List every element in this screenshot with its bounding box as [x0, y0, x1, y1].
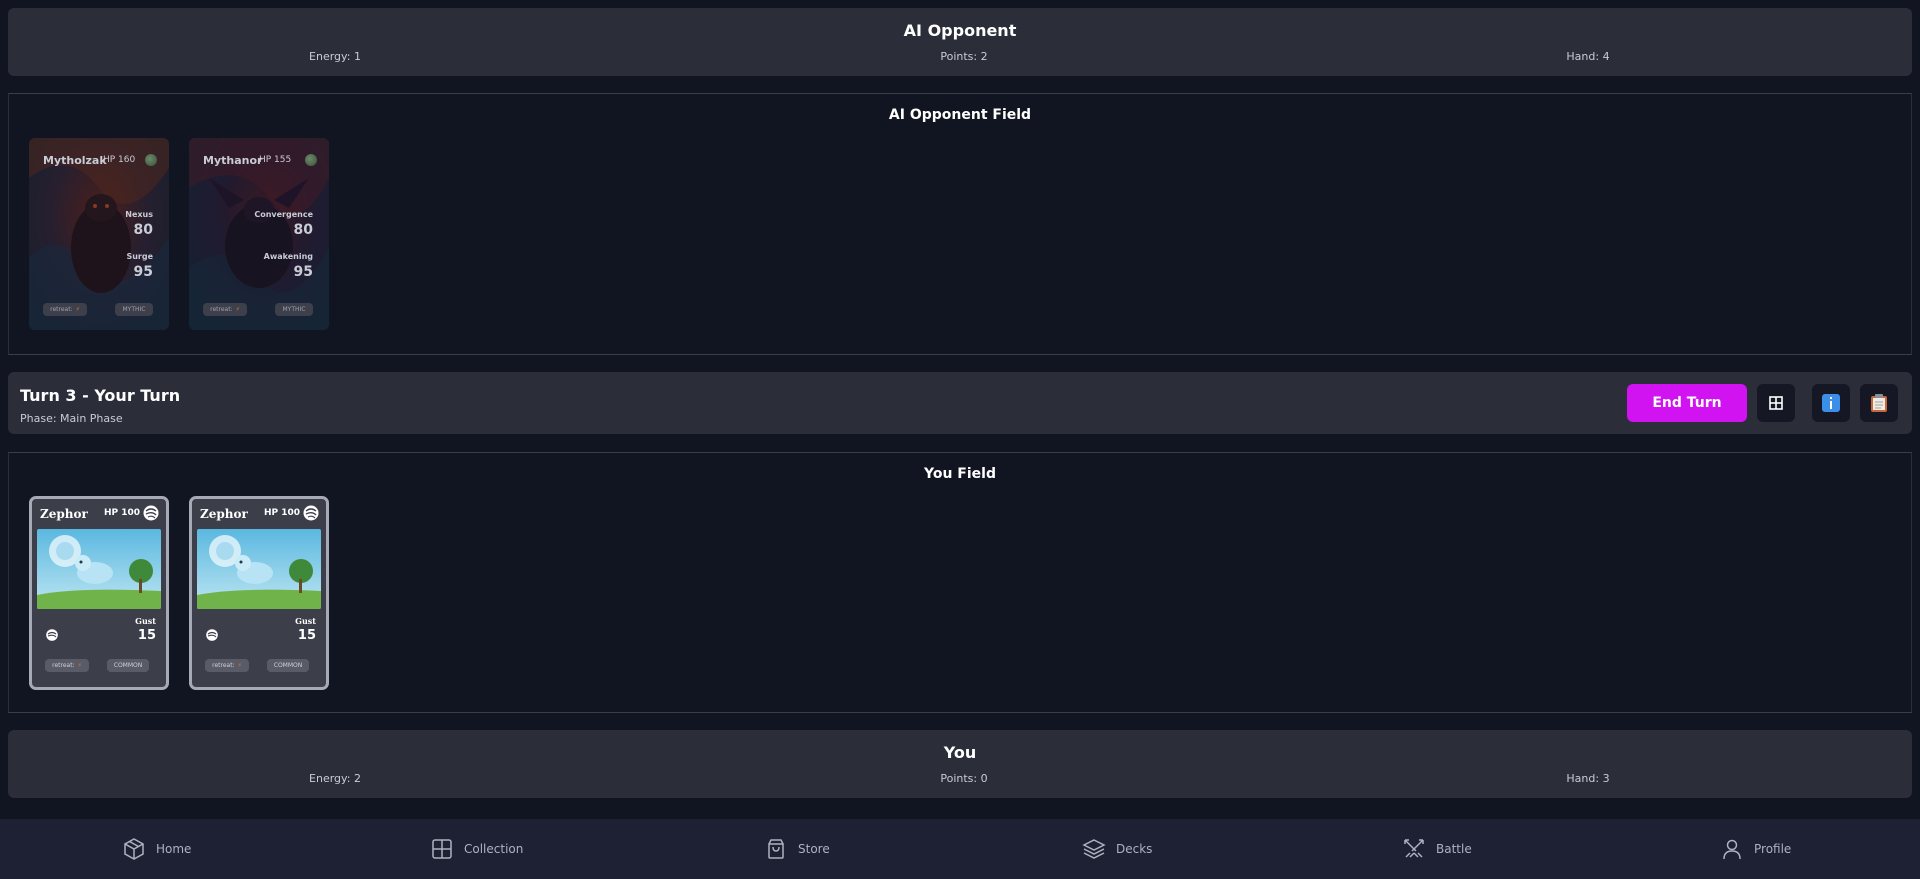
info-icon	[1822, 394, 1840, 412]
wind-type-icon	[46, 629, 58, 641]
box-icon	[124, 838, 144, 860]
attack-name: Gust	[295, 616, 316, 626]
attack-name: Surge	[126, 252, 153, 261]
card-name: Mythanor	[203, 154, 263, 167]
attack-name: Convergence	[254, 210, 313, 219]
attack-value: 95	[133, 264, 153, 280]
attack-value: 80	[133, 222, 153, 238]
turn-phase: Phase: Main Phase	[20, 412, 123, 425]
energy-icon: ⚡	[75, 306, 80, 313]
user-icon	[1723, 839, 1741, 860]
rarity-badge: MYTHIC	[115, 303, 153, 316]
opponent-card[interactable]: Mytholzak HP 160 Nexus 80 Surge 95 retre…	[29, 138, 169, 330]
card-hp: HP 100	[103, 508, 140, 518]
type-icon	[305, 154, 317, 166]
bottom-nav: Home Collection Store Decks Battle Profi…	[0, 819, 1920, 879]
retreat-badge: retreat: ⚡	[205, 659, 249, 672]
opponent-hand: Hand: 4	[1566, 50, 1610, 63]
swords-icon	[1404, 839, 1424, 858]
attack-value: 95	[293, 264, 313, 280]
rarity-badge: COMMON	[267, 659, 309, 672]
turn-bar: Turn 3 - Your Turn Phase: Main Phase End…	[8, 372, 1912, 434]
player-points: Points: 0	[940, 772, 988, 785]
log-button[interactable]	[1860, 384, 1898, 422]
nav-label: Store	[798, 842, 830, 856]
player-field-title: You Field	[924, 466, 996, 482]
attack-name: Awakening	[263, 252, 313, 261]
end-turn-button[interactable]: End Turn	[1627, 384, 1747, 422]
turn-title: Turn 3 - Your Turn	[20, 386, 181, 405]
rarity-badge: COMMON	[107, 659, 149, 672]
player-hand: Hand: 3	[1566, 772, 1610, 785]
grid-icon	[432, 839, 452, 859]
nav-decks[interactable]: Decks	[1082, 819, 1152, 879]
energy-icon: ⚡	[237, 662, 242, 669]
clipboard-icon	[1871, 394, 1887, 412]
card-hp: HP 160	[103, 155, 136, 165]
opponent-points: Points: 2	[940, 50, 988, 63]
energy-icon: ⚡	[235, 306, 240, 313]
grid-icon	[1769, 396, 1783, 410]
card-name: Mytholzak	[43, 154, 107, 167]
rarity-badge: MYTHIC	[275, 303, 313, 316]
wind-type-icon	[143, 505, 159, 521]
nav-profile[interactable]: Profile	[1720, 819, 1791, 879]
creature-art	[37, 529, 161, 609]
attack-name: Nexus	[125, 210, 153, 219]
creature-art	[197, 529, 321, 609]
retreat-badge: retreat: ⚡	[45, 659, 89, 672]
player-energy: Energy: 2	[309, 772, 361, 785]
card-hp: HP 155	[259, 155, 292, 165]
nav-label: Collection	[464, 842, 524, 856]
card-name: Zephor	[200, 507, 248, 521]
board-view-button[interactable]	[1757, 384, 1795, 422]
nav-collection[interactable]: Collection	[430, 819, 523, 879]
player-card[interactable]: Zephor HP 100 Gust 15 retreat: ⚡ COMMON	[29, 496, 169, 690]
card-name: Zephor	[40, 507, 88, 521]
nav-label: Profile	[1754, 842, 1792, 856]
player-card[interactable]: Zephor HP 100 Gust 15 retreat: ⚡ COMMON	[189, 496, 329, 690]
player-title: You	[943, 743, 977, 762]
energy-icon: ⚡	[77, 662, 82, 669]
attack-value: 15	[137, 628, 156, 643]
attack-value: 15	[297, 628, 316, 643]
retreat-badge: retreat: ⚡	[203, 303, 247, 316]
opponent-title: AI Opponent	[903, 21, 1017, 40]
info-button[interactable]	[1812, 384, 1850, 422]
wind-type-icon	[206, 629, 218, 641]
layers-icon	[1082, 839, 1106, 859]
opponent-energy: Energy: 1	[309, 50, 361, 63]
nav-label: Home	[156, 842, 192, 856]
attack-name: Gust	[135, 616, 156, 626]
type-icon	[145, 154, 157, 166]
nav-battle[interactable]: Battle	[1402, 819, 1472, 879]
retreat-badge: retreat: ⚡	[43, 303, 87, 316]
wind-type-icon	[303, 505, 319, 521]
nav-label: Battle	[1436, 842, 1472, 856]
opponent-field-title: AI Opponent Field	[888, 107, 1032, 123]
nav-home[interactable]: Home	[122, 819, 191, 879]
attack-value: 80	[293, 222, 313, 238]
card-hp: HP 100	[263, 508, 300, 518]
player-status-panel: You Energy: 2 Points: 0 Hand: 3	[8, 730, 1912, 798]
opponent-card[interactable]: Mythanor HP 155 Convergence 80 Awakening…	[189, 138, 329, 330]
bag-icon	[768, 839, 784, 859]
nav-store[interactable]: Store	[764, 819, 830, 879]
nav-label: Decks	[1116, 842, 1153, 856]
opponent-status-panel: AI Opponent Energy: 1 Points: 2 Hand: 4	[8, 8, 1912, 76]
